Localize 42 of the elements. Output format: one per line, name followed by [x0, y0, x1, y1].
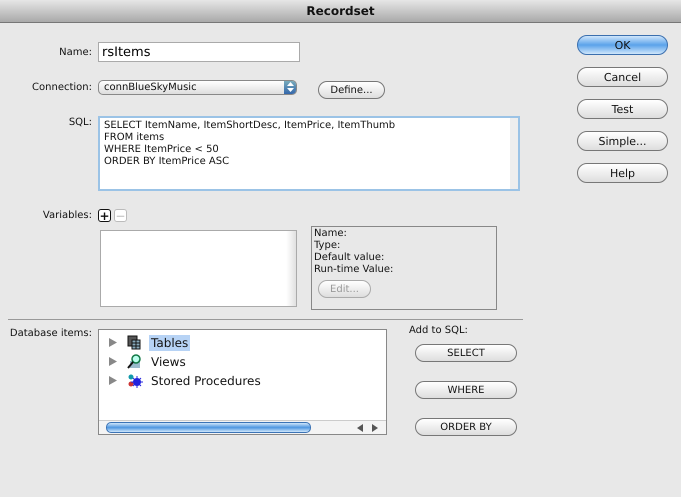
- add-to-sql-button[interactable]: WHERE: [415, 381, 517, 399]
- scroll-bar[interactable]: [286, 231, 296, 306]
- disclosure-triangle-icon[interactable]: [109, 338, 117, 347]
- tree-item[interactable]: Views: [149, 354, 188, 370]
- disclosure-triangle-icon[interactable]: [109, 376, 117, 385]
- window-title: Recordset: [306, 4, 375, 18]
- add-to-sql-button[interactable]: ORDER BY: [415, 418, 517, 436]
- sql-text-area[interactable]: SELECT ItemName, ItemShortDesc, ItemPrice, ItemThumb FROM items WHERE ItemPrice < 50 ORDER BY ItemPrice ASC: [98, 116, 520, 191]
- detail-label: Name:: [314, 228, 348, 240]
- sql-line: FROM items: [104, 132, 166, 144]
- dialog-button[interactable]: Simple...: [577, 131, 668, 151]
- variables-list[interactable]: [100, 230, 297, 307]
- tree-item[interactable]: Stored Procedures: [149, 372, 263, 388]
- scroll-bar[interactable]: [99, 420, 386, 434]
- section-label: Add to SQL:: [409, 325, 469, 336]
- add-to-sql-button[interactable]: SELECT: [415, 344, 517, 362]
- field-label: Variables:: [42, 210, 93, 221]
- connection-dropdown[interactable]: connBlueSkyMusic: [98, 80, 297, 94]
- stepper-arrows-icon[interactable]: [284, 80, 296, 94]
- name-field[interactable]: rsItems: [98, 42, 300, 62]
- tree-item[interactable]: Tables: [149, 334, 190, 350]
- dialog-button[interactable]: OK: [577, 35, 668, 55]
- field-label: Database items:: [8, 327, 93, 341]
- field-label: SQL:: [68, 116, 93, 130]
- detail-label: Run-time Value:: [314, 264, 394, 276]
- dialog-button[interactable]: Help: [577, 163, 668, 183]
- detail-label: Type:: [314, 240, 342, 252]
- magnifier-icon: [127, 354, 143, 369]
- gears-icon: [127, 373, 143, 388]
- field-label: Connection:: [31, 82, 93, 92]
- detail-label: Default value:: [314, 252, 386, 264]
- sql-line: WHERE ItemPrice < 50: [104, 144, 220, 156]
- dialog-button[interactable]: Test: [577, 99, 668, 119]
- add-button[interactable]: +: [98, 209, 111, 222]
- sql-line: SELECT ItemName, ItemShortDesc, ItemPrice, ItemThumb: [104, 120, 396, 132]
- field-label: Name:: [58, 46, 93, 58]
- database-tree[interactable]: Tables Views Stored Procedures: [98, 329, 387, 435]
- disclosure-triangle-icon[interactable]: [109, 357, 117, 366]
- define-button[interactable]: Define...: [318, 81, 385, 99]
- sql-line: ORDER BY ItemPrice ASC: [104, 156, 230, 168]
- table-icon: [127, 335, 143, 350]
- dialog-button[interactable]: Cancel: [577, 67, 668, 87]
